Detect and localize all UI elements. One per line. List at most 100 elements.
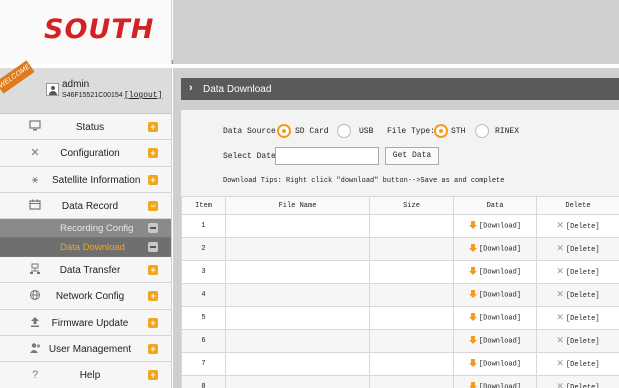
expand-icon[interactable]: + <box>148 344 158 355</box>
cell-size <box>369 329 454 353</box>
col-file-name: File Name <box>225 196 370 215</box>
cell-file-name <box>225 352 370 376</box>
table-header-row: Item File Name Size Data Delete <box>181 196 619 215</box>
cell-delete: ✕ [Delete] <box>536 283 619 307</box>
cell-delete: ✕ [Delete] <box>536 352 619 376</box>
download-icon <box>468 221 477 230</box>
expand-icon[interactable]: + <box>148 291 158 302</box>
sidebar-item-network-config[interactable]: Network Config + <box>0 283 171 310</box>
radio-usb[interactable] <box>337 124 351 138</box>
expand-icon[interactable]: + <box>148 174 158 185</box>
expand-icon[interactable]: + <box>148 265 158 276</box>
sidebar-item-firmware-update[interactable]: Firmware Update + <box>0 309 171 337</box>
cell-size <box>369 214 454 238</box>
radio-rinex[interactable] <box>475 124 489 138</box>
cell-size <box>369 352 454 376</box>
cell-file-name <box>225 375 370 388</box>
user-name: admin <box>62 79 90 90</box>
download-icon <box>468 290 477 299</box>
cell-size <box>369 306 454 330</box>
delete-icon: ✕ <box>556 267 564 277</box>
download-link[interactable]: [Download] <box>479 223 521 231</box>
radio-sth[interactable] <box>434 124 448 138</box>
sidebar-item-label: Satellite Information <box>52 174 141 186</box>
sidebar-subitem-recording-config[interactable]: Recording Config <box>0 219 171 239</box>
page-title: Data Download <box>203 84 272 95</box>
cell-file-name <box>225 260 370 284</box>
user-box: WELCOME admin S46F15521C00154 [logout] <box>0 60 171 114</box>
welcome-ribbon: WELCOME <box>0 60 35 94</box>
cell-size <box>369 375 454 388</box>
delete-link[interactable]: [Delete] <box>566 246 600 254</box>
cell-download: [Download] <box>453 214 537 238</box>
delete-link[interactable]: [Delete] <box>566 361 600 369</box>
table-row: 5 [Download] ✕ [Delete] <box>181 306 619 330</box>
delete-icon: ✕ <box>556 244 564 254</box>
cell-size <box>369 237 454 261</box>
cell-delete: ✕ [Delete] <box>536 329 619 353</box>
expand-icon[interactable]: + <box>148 122 158 132</box>
sidebar-item-user-management[interactable]: User Management + <box>0 336 171 363</box>
cell-delete: ✕ [Delete] <box>536 306 619 330</box>
get-data-button[interactable]: Get Data <box>385 147 439 165</box>
download-icon <box>468 336 477 345</box>
cell-item: 7 <box>181 352 226 376</box>
cell-download: [Download] <box>453 260 537 284</box>
radio-sd-card[interactable] <box>277 124 291 138</box>
table-row: 8 [Download] ✕ [Delete] <box>181 375 619 388</box>
select-date-label: Select Date: <box>223 152 281 161</box>
table-row: 6 [Download] ✕ [Delete] <box>181 329 619 353</box>
expand-icon[interactable]: + <box>148 370 158 381</box>
cell-delete: ✕ [Delete] <box>536 237 619 261</box>
brand-logo: SOUTH <box>44 14 155 45</box>
cell-download: [Download] <box>453 375 537 388</box>
expand-icon[interactable]: + <box>148 148 158 159</box>
sidebar-item-help[interactable]: ? Help + <box>0 362 171 388</box>
date-input[interactable] <box>275 147 379 165</box>
cell-file-name <box>225 214 370 238</box>
delete-link[interactable]: [Delete] <box>566 384 600 388</box>
download-link[interactable]: [Download] <box>479 384 521 388</box>
cell-delete: ✕ [Delete] <box>536 260 619 284</box>
col-item: Item <box>181 196 226 215</box>
expand-icon[interactable]: + <box>148 317 158 328</box>
delete-icon: ✕ <box>556 382 564 388</box>
cell-item: 3 <box>181 260 226 284</box>
delete-link[interactable]: [Delete] <box>566 315 600 323</box>
delete-icon: ✕ <box>556 313 564 323</box>
table-row: 7 [Download] ✕ [Delete] <box>181 352 619 376</box>
sidebar-item-satellite-information[interactable]: ⚹ Satellite Information + <box>0 166 171 193</box>
download-link[interactable]: [Download] <box>479 292 521 300</box>
logout-link[interactable]: [logout] <box>124 91 162 100</box>
sidebar-item-status[interactable]: Status + <box>0 114 171 141</box>
download-link[interactable]: [Download] <box>479 315 521 323</box>
download-icon <box>468 359 477 368</box>
sidebar-item-configuration[interactable]: ✕ Configuration + <box>0 140 171 167</box>
delete-link[interactable]: [Delete] <box>566 269 600 277</box>
delete-link[interactable]: [Delete] <box>566 338 600 346</box>
download-link[interactable]: [Download] <box>479 246 521 254</box>
download-link[interactable]: [Download] <box>479 338 521 346</box>
col-size: Size <box>369 196 454 215</box>
header-band <box>173 0 619 64</box>
sidebar-item-data-record[interactable]: Data Record − <box>0 192 171 220</box>
sidebar-subitem-label: Data Download <box>60 242 125 254</box>
cell-item: 4 <box>181 283 226 307</box>
delete-link[interactable]: [Delete] <box>566 292 600 300</box>
collapse-icon[interactable]: − <box>148 200 158 211</box>
radio-usb-label: USB <box>359 127 374 136</box>
download-icon <box>468 267 477 276</box>
header: SOUTH <box>0 0 619 64</box>
col-data: Data <box>453 196 537 215</box>
delete-link[interactable]: [Delete] <box>566 223 600 231</box>
cell-download: [Download] <box>453 352 537 376</box>
sidebar-item-data-transfer[interactable]: Data Transfer + <box>0 257 171 284</box>
download-panel: Data Source: SD Card USB File Type: STH … <box>181 110 619 388</box>
device-serial: S46F15521C00154 <box>62 92 123 99</box>
sidebar-subitem-data-download[interactable]: Data Download <box>0 238 171 258</box>
download-link[interactable]: [Download] <box>479 269 521 277</box>
cell-file-name <box>225 306 370 330</box>
download-link[interactable]: [Download] <box>479 361 521 369</box>
main-content: › Data Download Data Source: SD Card USB… <box>173 68 619 388</box>
cell-delete: ✕ [Delete] <box>536 375 619 388</box>
